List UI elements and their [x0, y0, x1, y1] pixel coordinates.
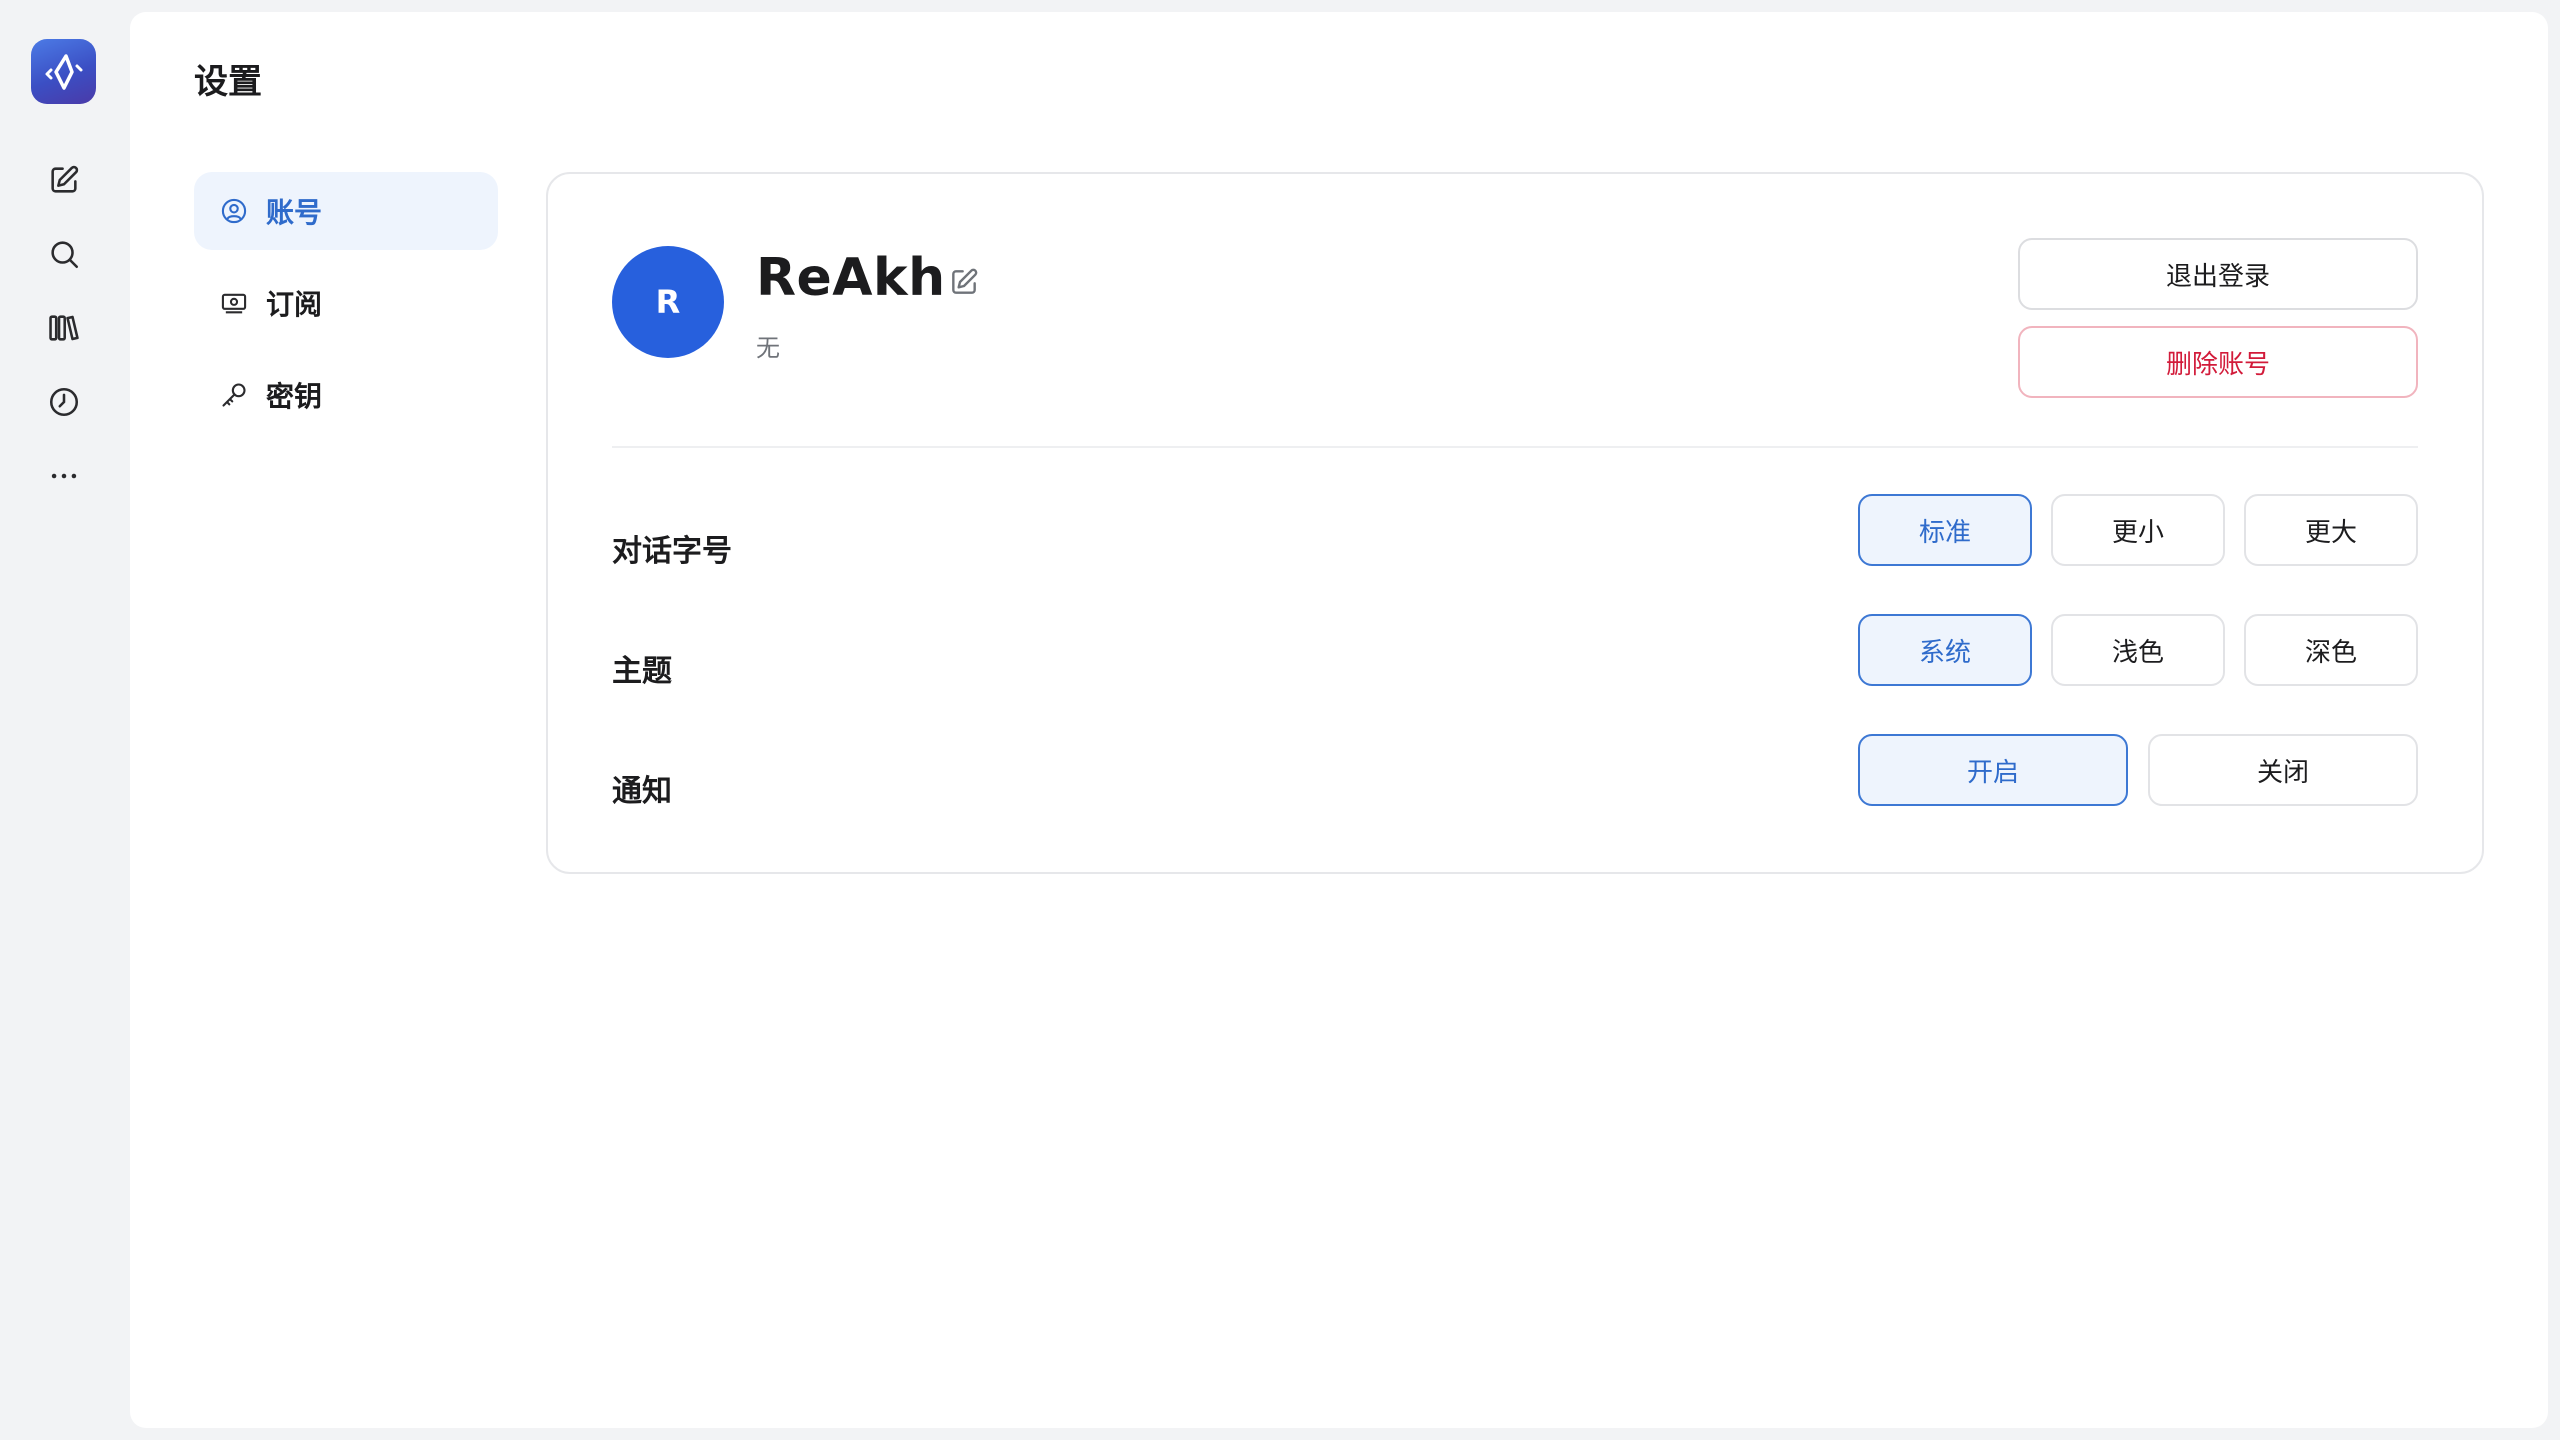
app-logo-icon	[45, 53, 82, 90]
settings-nav-keys-label: 密钥	[266, 380, 323, 413]
account-subtitle: 无	[756, 334, 780, 362]
settings-nav-subscription[interactable]: 订阅	[194, 264, 498, 342]
compose-icon	[51, 165, 79, 193]
search-button[interactable]	[34, 224, 94, 284]
history-icon	[49, 387, 79, 417]
account-card: R ReAkh 无 退出登录 删除账号 对话字号 标准 更小 更大 主题 系统 …	[546, 172, 2484, 874]
delete-account-button[interactable]: 删除账号	[2018, 326, 2418, 398]
theme-option-dark[interactable]: 深色	[2244, 614, 2418, 686]
font-size-option-larger[interactable]: 更大	[2244, 494, 2418, 566]
subscription-icon	[220, 289, 248, 317]
username: ReAkh	[756, 248, 946, 308]
page-title: 设置	[194, 62, 262, 102]
library-button[interactable]	[34, 298, 94, 358]
theme-label: 主题	[612, 654, 672, 689]
app-logo[interactable]	[31, 39, 96, 104]
new-chat-button[interactable]	[34, 150, 94, 210]
settings-nav-account-label: 账号	[266, 196, 323, 229]
divider	[612, 446, 2418, 448]
pencil-icon	[952, 268, 978, 294]
theme-option-light[interactable]: 浅色	[2051, 614, 2225, 686]
settings-nav-subscription-label: 订阅	[266, 288, 323, 321]
library-icon	[49, 315, 79, 341]
settings-nav-account[interactable]: 账号	[194, 172, 498, 250]
edit-username-button[interactable]	[948, 266, 980, 298]
key-icon	[220, 381, 248, 409]
user-circle-icon	[220, 197, 248, 225]
history-button[interactable]	[34, 372, 94, 432]
more-button[interactable]	[34, 446, 94, 506]
settings-panel: 设置 账号 订阅 密钥 R ReAkh 无 退出登录 删除账号 对话字号 标准 …	[130, 12, 2548, 1428]
icon-rail	[0, 0, 128, 1440]
theme-option-system[interactable]: 系统	[1858, 614, 2032, 686]
font-size-label: 对话字号	[612, 534, 732, 569]
notifications-label: 通知	[612, 774, 672, 809]
font-size-option-standard[interactable]: 标准	[1858, 494, 2032, 566]
font-size-option-smaller[interactable]: 更小	[2051, 494, 2225, 566]
notifications-option-off[interactable]: 关闭	[2148, 734, 2418, 806]
avatar: R	[612, 246, 724, 358]
settings-nav-keys[interactable]: 密钥	[194, 356, 498, 434]
more-icon	[51, 473, 77, 479]
logout-button[interactable]: 退出登录	[2018, 238, 2418, 310]
search-icon	[51, 241, 79, 269]
notifications-option-on[interactable]: 开启	[1858, 734, 2128, 806]
